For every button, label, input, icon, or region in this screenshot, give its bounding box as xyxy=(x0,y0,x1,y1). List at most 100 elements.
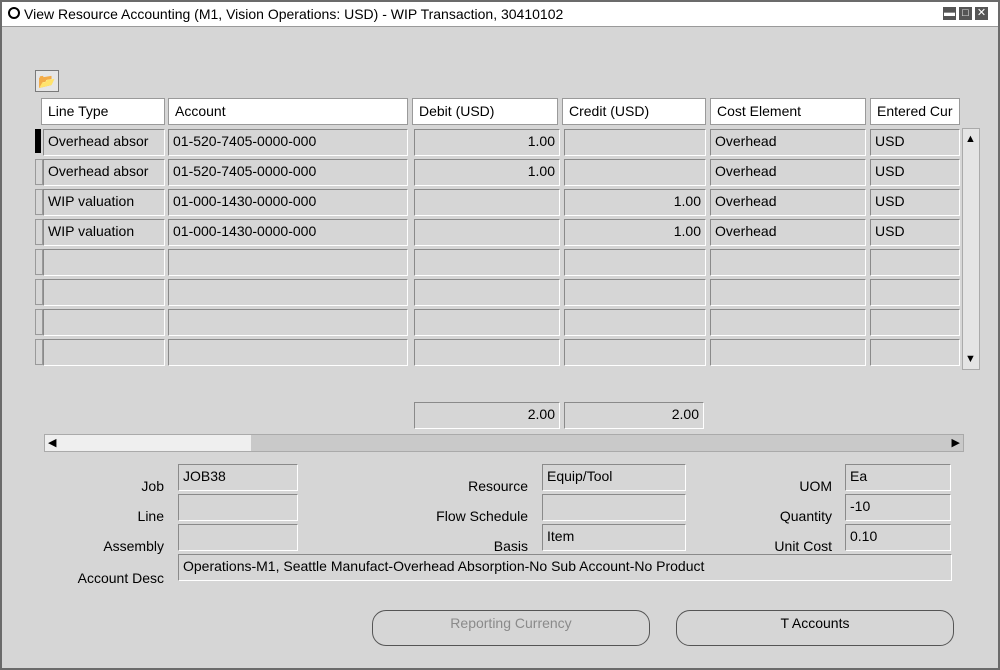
cell-cost-element[interactable] xyxy=(710,339,866,366)
t-accounts-button[interactable]: T Accounts xyxy=(676,610,954,646)
cell-currency[interactable]: USD xyxy=(870,129,960,156)
uom-field[interactable]: Ea xyxy=(845,464,951,491)
scroll-thumb[interactable] xyxy=(45,435,251,451)
cell-line-type[interactable] xyxy=(43,339,165,366)
cell-account[interactable]: 01-520-7405-0000-000 xyxy=(168,159,408,186)
cell-debit[interactable] xyxy=(414,189,560,216)
window-icon xyxy=(8,7,20,19)
resource-field[interactable]: Equip/Tool xyxy=(542,464,686,491)
row-selector[interactable] xyxy=(35,189,43,215)
folder-open-icon: 📂 xyxy=(38,73,56,89)
cell-debit[interactable]: 1.00 xyxy=(414,159,560,186)
minimize-icon[interactable]: ▬ xyxy=(943,7,956,20)
header-cost-element[interactable]: Cost Element xyxy=(710,98,866,125)
cell-debit[interactable] xyxy=(414,219,560,246)
cell-credit[interactable] xyxy=(564,309,706,336)
reporting-currency-button[interactable]: Reporting Currency xyxy=(372,610,650,646)
line-label: Line xyxy=(137,508,164,524)
row-selector[interactable] xyxy=(35,309,43,335)
header-debit[interactable]: Debit (USD) xyxy=(412,98,558,125)
vertical-scrollbar[interactable]: ▲ ▼ xyxy=(962,128,980,370)
cell-line-type[interactable]: WIP valuation xyxy=(43,219,165,246)
scroll-up-icon[interactable]: ▲ xyxy=(965,133,976,145)
cell-account[interactable]: 01-520-7405-0000-000 xyxy=(168,129,408,156)
maximize-icon[interactable]: □ xyxy=(959,7,972,20)
cell-line-type[interactable] xyxy=(43,279,165,306)
quantity-label: Quantity xyxy=(779,508,832,524)
basis-label: Basis xyxy=(493,538,528,554)
cell-cost-element[interactable]: Overhead xyxy=(710,189,866,216)
cell-account[interactable]: 01-000-1430-0000-000 xyxy=(168,189,408,216)
scroll-right-icon[interactable]: ▶ xyxy=(952,436,960,449)
cell-credit[interactable] xyxy=(564,339,706,366)
flow-schedule-label: Flow Schedule xyxy=(436,508,528,524)
window-title: View Resource Accounting (M1, Vision Ope… xyxy=(24,6,564,22)
cell-account[interactable] xyxy=(168,339,408,366)
unit-cost-field[interactable]: 0.10 xyxy=(845,524,951,551)
row-selector[interactable] xyxy=(35,279,43,305)
cell-line-type[interactable] xyxy=(43,249,165,276)
cell-credit[interactable]: 1.00 xyxy=(564,219,706,246)
cell-currency[interactable] xyxy=(870,309,960,336)
cell-currency[interactable] xyxy=(870,249,960,276)
cell-cost-element[interactable] xyxy=(710,279,866,306)
cell-debit[interactable] xyxy=(414,279,560,306)
cell-currency[interactable] xyxy=(870,279,960,306)
cell-debit[interactable]: 1.00 xyxy=(414,129,560,156)
cell-credit[interactable] xyxy=(564,249,706,276)
header-credit[interactable]: Credit (USD) xyxy=(562,98,706,125)
header-entered-currency[interactable]: Entered Cur xyxy=(870,98,960,125)
flow-schedule-field[interactable] xyxy=(542,494,686,521)
account-desc-field[interactable]: Operations-M1, Seattle Manufact-Overhead… xyxy=(178,554,952,581)
row-selector[interactable] xyxy=(35,129,41,153)
job-label: Job xyxy=(141,478,164,494)
assembly-field[interactable] xyxy=(178,524,298,551)
cell-account[interactable] xyxy=(168,249,408,276)
resource-accounting-window: View Resource Accounting (M1, Vision Ope… xyxy=(0,0,1000,670)
account-desc-label: Account Desc xyxy=(77,570,164,586)
unit-cost-label: Unit Cost xyxy=(774,538,832,554)
basis-field[interactable]: Item xyxy=(542,524,686,551)
resource-label: Resource xyxy=(468,478,528,494)
cell-line-type[interactable]: Overhead absor xyxy=(43,159,165,186)
close-icon[interactable]: ✕ xyxy=(975,7,988,20)
cell-currency[interactable] xyxy=(870,339,960,366)
cell-debit[interactable] xyxy=(414,309,560,336)
cell-debit[interactable] xyxy=(414,249,560,276)
cell-cost-element[interactable] xyxy=(710,309,866,336)
quantity-field[interactable]: -10 xyxy=(845,494,951,521)
header-account[interactable]: Account xyxy=(168,98,408,125)
row-selector[interactable] xyxy=(35,219,43,245)
scroll-left-icon[interactable]: ◀ xyxy=(48,436,56,449)
job-field[interactable]: JOB38 xyxy=(178,464,298,491)
cell-cost-element[interactable]: Overhead xyxy=(710,129,866,156)
cell-currency[interactable]: USD xyxy=(870,189,960,216)
cell-line-type[interactable] xyxy=(43,309,165,336)
cell-credit[interactable] xyxy=(564,129,706,156)
cell-cost-element[interactable]: Overhead xyxy=(710,219,866,246)
horizontal-scrollbar[interactable]: ◀ ▶ xyxy=(44,434,964,452)
total-credit: 2.00 xyxy=(564,402,704,429)
row-selector[interactable] xyxy=(35,159,43,185)
cell-currency[interactable]: USD xyxy=(870,219,960,246)
scroll-down-icon[interactable]: ▼ xyxy=(965,353,976,365)
total-debit: 2.00 xyxy=(414,402,560,429)
cell-line-type[interactable]: WIP valuation xyxy=(43,189,165,216)
row-selector[interactable] xyxy=(35,339,43,365)
cell-debit[interactable] xyxy=(414,339,560,366)
line-field[interactable] xyxy=(178,494,298,521)
cell-account[interactable] xyxy=(168,309,408,336)
folder-tool-button[interactable]: 📂 xyxy=(35,70,59,92)
cell-credit[interactable] xyxy=(564,159,706,186)
header-line-type[interactable]: Line Type xyxy=(41,98,165,125)
cell-line-type[interactable]: Overhead absor xyxy=(43,129,165,156)
cell-cost-element[interactable]: Overhead xyxy=(710,159,866,186)
cell-cost-element[interactable] xyxy=(710,249,866,276)
cell-credit[interactable]: 1.00 xyxy=(564,189,706,216)
cell-account[interactable]: 01-000-1430-0000-000 xyxy=(168,219,408,246)
cell-credit[interactable] xyxy=(564,279,706,306)
cell-currency[interactable]: USD xyxy=(870,159,960,186)
row-selector[interactable] xyxy=(35,249,43,275)
assembly-label: Assembly xyxy=(103,538,164,554)
cell-account[interactable] xyxy=(168,279,408,306)
